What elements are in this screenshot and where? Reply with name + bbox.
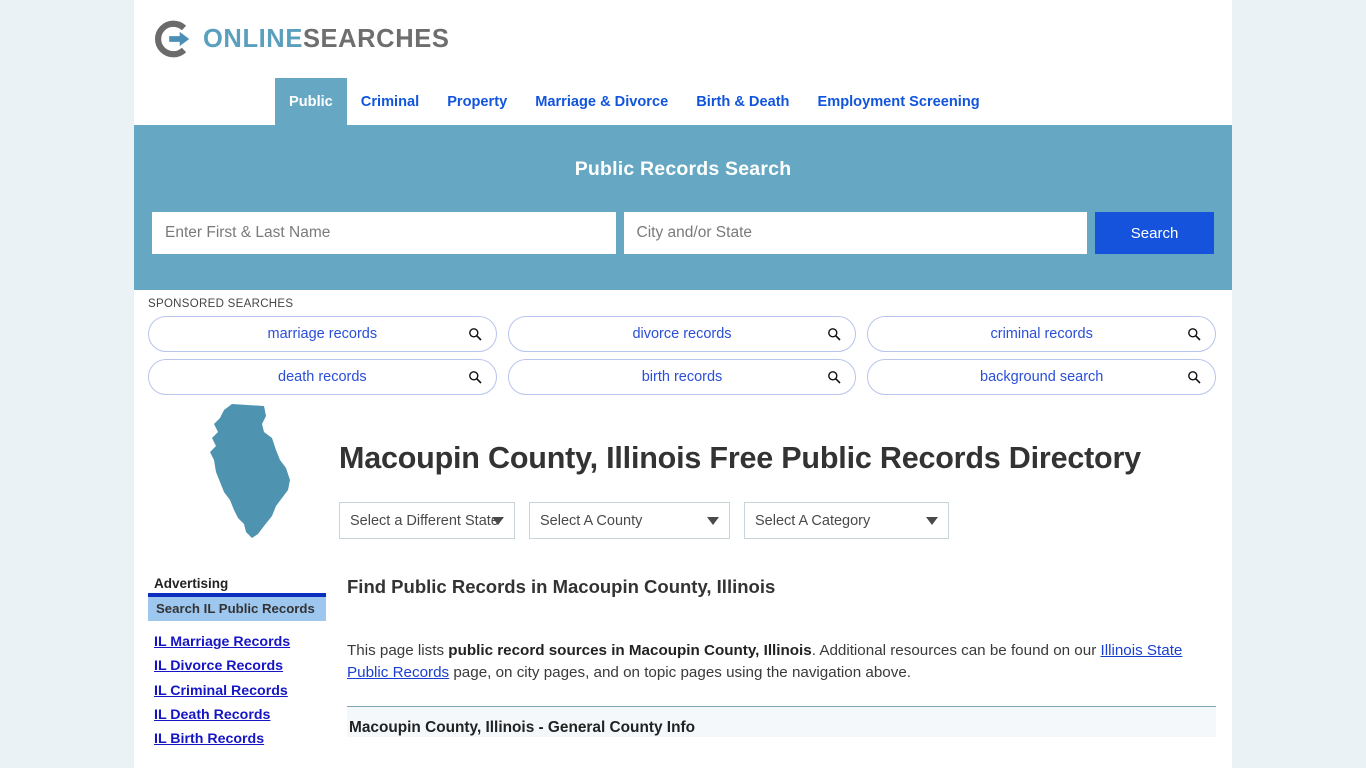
main-column: Find Public Records in Macoupin County, … (326, 576, 1216, 750)
select-state-dropdown[interactable]: Select a Different State (339, 502, 515, 540)
search-button[interactable]: Search (1095, 212, 1214, 254)
location-search-input[interactable] (623, 212, 1088, 254)
page-title-block: Macoupin County, Illinois Free Public Re… (134, 402, 1232, 552)
sponsored-pill-label: marriage records (267, 326, 378, 342)
select-category-dropdown[interactable]: Select A Category (744, 502, 949, 540)
advertising-label: Advertising (154, 576, 229, 591)
sponsored-pill-label: background search (980, 369, 1104, 385)
tab-property[interactable]: Property (433, 78, 521, 125)
sidebar-link-il-divorce-records[interactable]: IL Divorce Records (154, 656, 326, 677)
intro-mid: . Additional resources can be found on o… (811, 642, 1101, 659)
hero-title: Public Records Search (574, 158, 792, 180)
chevron-down-icon (926, 516, 938, 525)
sponsored-searches-label: SPONSORED SEARCHES (148, 298, 294, 310)
sponsored-pill-death-records[interactable]: death records (148, 359, 497, 395)
name-search-input[interactable] (152, 212, 616, 254)
search-form: Search (152, 212, 1214, 254)
magnifier-icon (827, 327, 841, 341)
lower-content: Advertising Search IL Public Records IL … (134, 552, 1232, 750)
sidebar-ad-box-title: Search IL Public Records (148, 597, 326, 621)
sponsored-pill-label: divorce records (632, 326, 732, 342)
sidebar-link-il-death-records[interactable]: IL Death Records (154, 705, 326, 726)
magnifier-icon (1187, 370, 1201, 384)
sponsored-pill-background-search[interactable]: background search (867, 359, 1217, 395)
sponsored-pill-label: death records (278, 369, 367, 385)
content-column: ONLINESEARCHES Public Criminal Property … (134, 0, 1232, 768)
magnifier-icon (468, 327, 482, 341)
sponsored-pill-label: criminal records (990, 326, 1093, 342)
sponsored-searches-section: SPONSORED SEARCHES marriage records divo… (134, 290, 1232, 395)
circle-arrow-icon (152, 18, 194, 60)
tab-employment-screening[interactable]: Employment Screening (803, 78, 993, 125)
intro-bold: public record sources in Macoupin County… (448, 642, 812, 659)
general-county-info-title: Macoupin County, Illinois - General Coun… (349, 719, 696, 737)
magnifier-icon (1187, 327, 1201, 341)
section-heading: Find Public Records in Macoupin County, … (347, 576, 776, 597)
sidebar-link-il-marriage-records[interactable]: IL Marriage Records (154, 632, 326, 653)
sponsored-pill-marriage-records[interactable]: marriage records (148, 316, 497, 352)
magnifier-icon (468, 370, 482, 384)
public-records-search-panel: Public Records Search Search (134, 125, 1232, 290)
sponsored-pill-label: birth records (641, 369, 723, 385)
tab-criminal[interactable]: Criminal (347, 78, 433, 125)
sidebar: Advertising Search IL Public Records IL … (148, 576, 326, 750)
intro-suffix: page, on city pages, and on topic pages … (449, 664, 912, 682)
sponsored-row-1: marriage records divorce records crimina… (148, 316, 1217, 352)
select-category-label: Select A Category (755, 512, 871, 529)
logo-word-searches: SEARCHES (302, 24, 450, 53)
chevron-down-icon (492, 516, 504, 525)
general-county-info-section: Macoupin County, Illinois - General Coun… (347, 707, 1216, 738)
tab-public[interactable]: Public (275, 78, 347, 125)
sponsored-row-2: death records birth records background s… (148, 359, 1217, 395)
tab-marriage-divorce[interactable]: Marriage & Divorce (521, 78, 682, 125)
chevron-down-icon (707, 516, 719, 525)
sidebar-link-il-birth-records[interactable]: IL Birth Records (154, 729, 326, 750)
tab-birth-death[interactable]: Birth & Death (682, 78, 803, 125)
site-logo[interactable]: ONLINESEARCHES (152, 18, 449, 60)
select-county-label: Select A County (540, 512, 643, 529)
logo-word-online: ONLINE (203, 24, 303, 53)
select-county-dropdown[interactable]: Select A County (529, 502, 730, 540)
illinois-state-outline-icon (202, 402, 307, 540)
sidebar-ad-links: IL Marriage Records IL Divorce Records I… (154, 632, 326, 750)
sponsored-pill-criminal-records[interactable]: criminal records (867, 316, 1217, 352)
intro-paragraph: This page lists public record sources in… (347, 640, 1216, 684)
select-state-label: Select a Different State (350, 512, 499, 529)
sponsored-pill-divorce-records[interactable]: divorce records (507, 316, 857, 352)
site-header: ONLINESEARCHES (134, 0, 1232, 78)
intro-prefix: This page lists (347, 642, 449, 659)
main-navigation: Public Criminal Property Marriage & Divo… (134, 78, 1232, 125)
magnifier-icon (827, 370, 841, 384)
sponsored-pill-birth-records[interactable]: birth records (507, 359, 857, 395)
logo-wordmark: ONLINESEARCHES (203, 25, 449, 54)
sidebar-link-il-criminal-records[interactable]: IL Criminal Records (154, 681, 326, 702)
page-root: ONLINESEARCHES Public Criminal Property … (0, 0, 1366, 768)
